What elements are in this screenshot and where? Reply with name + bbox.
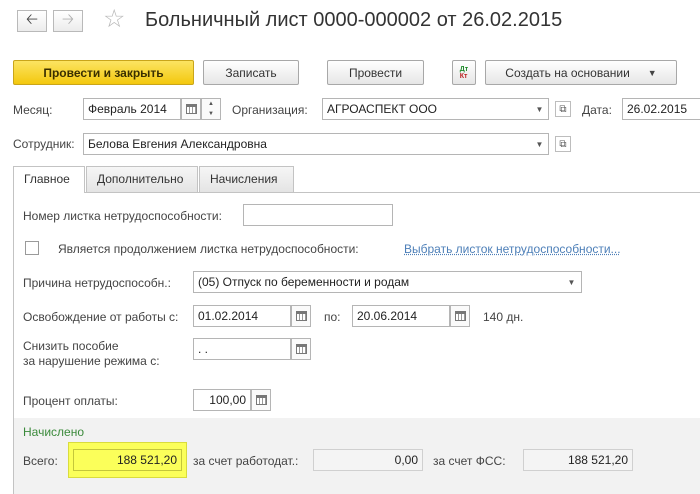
calendar-icon [295,344,307,354]
tab-main[interactable]: Главное [13,166,85,193]
tab-accruals[interactable]: Начисления [199,166,294,192]
calendar-icon [454,311,466,321]
organization-dropdown-button[interactable]: ▼ [531,98,549,120]
back-button[interactable]: 🡠 [17,10,47,32]
dt-label: Дт [459,65,469,73]
select-sheet-link[interactable]: Выбрать листок нетрудоспособности... [404,242,621,256]
open-icon: ⧉ [559,103,567,115]
fss-label: за счет ФСС: [433,454,506,468]
fss-value-field[interactable]: 188 521,20 [523,449,633,471]
open-icon: ⧉ [559,138,567,150]
post-and-close-button[interactable]: Провести и закрыть [13,60,194,85]
arrow-right-icon: 🡢 [61,10,75,28]
total-value-field[interactable]: 188 521,20 [73,449,182,471]
reason-dropdown-button[interactable]: ▼ [562,271,582,293]
continuation-label: Является продолжением листка нетрудоспос… [58,242,359,256]
date-label: Дата: [582,103,612,117]
calendar-icon [295,311,307,321]
release-from-input[interactable]: 01.02.2014 [193,305,291,327]
calendar-icon [185,104,197,114]
chevron-down-icon: ▼ [567,277,576,287]
chevron-down-icon: ▼ [535,104,544,114]
date-input[interactable]: 26.02.2015 [622,98,700,120]
organization-input[interactable]: АГРОАСПЕКТ ООО [322,98,532,120]
month-spinner[interactable]: ▲ ▼ [201,98,221,120]
percent-calculator-button[interactable] [251,389,271,411]
arrow-left-icon: 🡠 [25,10,39,28]
tab-additional[interactable]: Дополнительно [86,166,198,192]
forward-button[interactable]: 🡢 [53,10,83,32]
kt-label: Кт [459,72,468,80]
total-label: Всего: [23,454,58,468]
month-calendar-button[interactable] [181,98,201,120]
release-to-label: по: [324,310,341,324]
sheet-number-input[interactable] [243,204,393,226]
month-label: Месяц: [13,103,53,117]
employee-dropdown-button[interactable]: ▼ [531,133,549,155]
organization-label: Организация: [232,103,308,117]
percent-input[interactable]: 100,00 [193,389,251,411]
release-from-label: Освобождение от работы с: [23,310,179,324]
reduce-date-calendar-button[interactable] [291,338,311,360]
employer-label: за счет работодат.: [193,454,299,468]
create-based-on-button[interactable]: Создать на основании ▼ [485,60,677,85]
release-from-calendar-button[interactable] [291,305,311,327]
chevron-down-icon: ▼ [535,139,544,149]
page-title: Больничный лист 0000-000002 от 26.02.201… [145,9,563,31]
create-based-on-label: Создать на основании [505,65,630,80]
dt-kt-button[interactable]: Дт Кт [452,60,476,85]
release-to-input[interactable]: 20.06.2014 [352,305,450,327]
accrued-group-title: Начислено [23,425,85,439]
organization-open-button[interactable]: ⧉ [555,101,571,117]
employer-value-field[interactable]: 0,00 [313,449,423,471]
star-icon[interactable]: ☆ [103,7,125,32]
reduce-label-line2: за нарушение режима с: [23,354,160,368]
days-count: 140 дн. [483,310,524,324]
employee-label: Сотрудник: [13,137,75,151]
caret-down-icon: ▼ [647,67,657,78]
reason-input[interactable]: (05) Отпуск по беременности и родам [193,271,563,293]
calculator-icon [255,395,267,405]
save-button[interactable]: Записать [203,60,299,85]
employee-open-button[interactable]: ⧉ [555,136,571,152]
percent-label: Процент оплаты: [23,394,118,408]
release-to-calendar-button[interactable] [450,305,470,327]
spin-up-icon: ▲ [208,101,214,107]
post-button[interactable]: Провести [327,60,424,85]
reduce-date-input[interactable]: . . [193,338,291,360]
month-input[interactable]: Февраль 2014 [83,98,181,120]
dt-kt-icon: Дт Кт [460,66,468,80]
continuation-checkbox[interactable] [25,241,39,255]
reduce-label-line1: Снизить пособие [23,339,119,353]
reason-label: Причина нетрудоспособн.: [23,276,171,290]
sheet-number-label: Номер листка нетрудоспособности: [23,209,222,223]
employee-input[interactable]: Белова Евгения Александровна [83,133,532,155]
spin-down-icon: ▼ [208,111,214,117]
